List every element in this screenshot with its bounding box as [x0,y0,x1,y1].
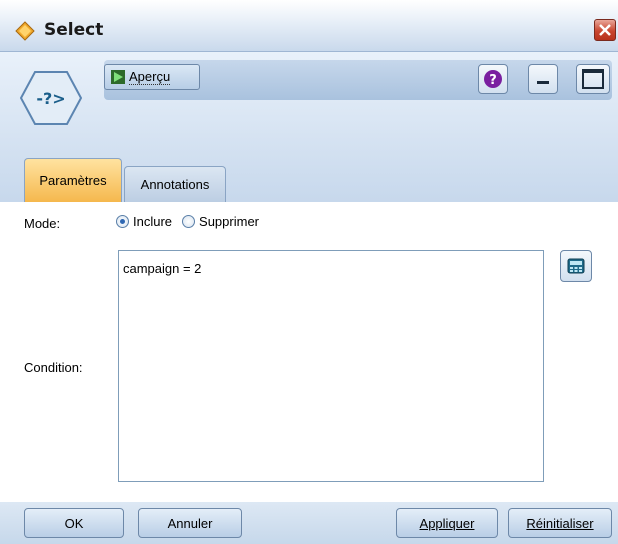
include-radio[interactable] [116,215,129,228]
tab-label: Annotations [140,177,210,192]
tab-parameters[interactable]: Paramètres [24,158,122,202]
help-button[interactable]: ? [478,64,508,94]
settings-panel: Mode: Inclure Supprimer campaign = 2 Con… [0,202,618,544]
dialog-header: -?> Aperçu ? Paramètres Annotations [0,52,618,202]
apply-button[interactable]: Appliquer [396,508,498,538]
include-radio-label[interactable]: Inclure [133,214,172,229]
apply-label: Appliquer [419,515,475,531]
expression-builder-button[interactable] [560,250,592,282]
title-bar: Select [0,0,618,52]
minimize-button[interactable] [528,64,558,94]
maximize-icon [582,69,604,89]
node-type-icon: -?> [20,71,82,125]
close-button[interactable] [594,19,616,41]
play-icon [111,70,125,84]
mode-label: Mode: [24,216,61,231]
ok-label: OK [64,515,84,531]
cancel-label: Annuler [167,515,213,531]
discard-radio[interactable] [182,215,196,228]
maximize-button[interactable] [576,64,610,94]
help-icon: ? [484,70,502,88]
node-icon-text: -?> [36,89,65,108]
condition-input[interactable]: campaign = 2 [118,250,544,482]
preview-label: Aperçu [129,69,171,85]
cancel-button[interactable]: Annuler [138,508,242,538]
calculator-icon [567,258,585,274]
condition-label: Condition: [24,360,83,375]
minimize-icon [537,81,549,84]
ok-button[interactable]: OK [24,508,124,538]
mode-radio-group: Inclure Supprimer [116,214,265,229]
condition-text: campaign = 2 [123,261,202,276]
tab-label: Paramètres [39,173,107,188]
tab-annotations[interactable]: Annotations [124,166,226,202]
reset-button[interactable]: Réinitialiser [508,508,612,538]
svg-text:?: ? [489,73,497,88]
select-node-icon [15,21,35,41]
button-bar: OK Annuler Appliquer Réinitialiser [0,502,618,544]
window-title: Select [44,20,104,40]
tab-bar: Paramètres Annotations [0,156,618,202]
close-icon [599,24,611,36]
reset-label: Réinitialiser [526,515,594,531]
discard-radio-label[interactable]: Supprimer [199,214,259,229]
preview-button[interactable]: Aperçu [104,64,200,90]
